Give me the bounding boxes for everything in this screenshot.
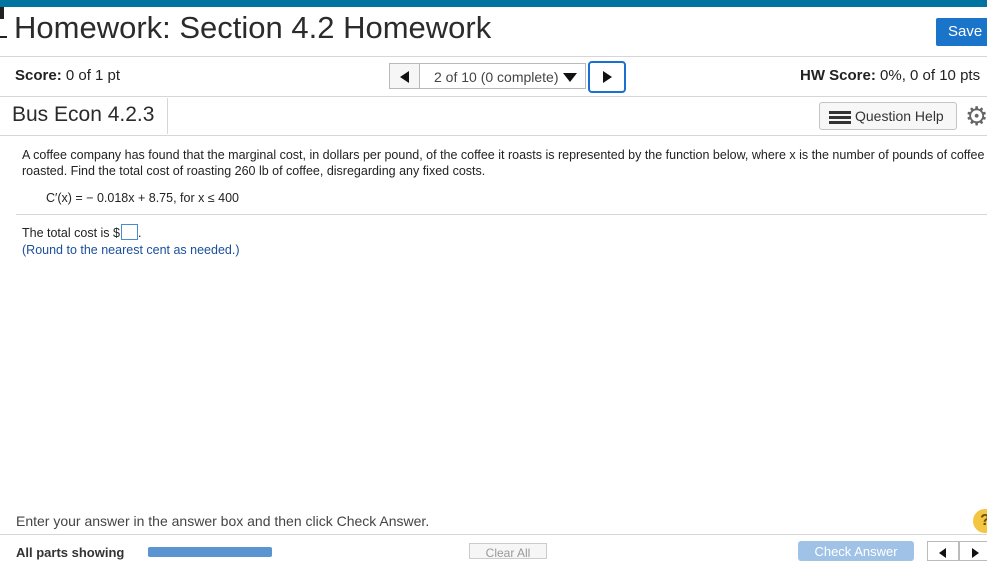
marginal-cost-formula: C′(x) = − 0.018x + 8.75, for x ≤ 400 xyxy=(46,191,239,205)
section-separator xyxy=(167,98,168,134)
hw-score-display: HW Score: 0%, 0 of 10 pts xyxy=(800,67,980,84)
divider xyxy=(16,214,987,215)
left-edge-bar xyxy=(0,7,4,19)
section-name: Bus Econ 4.2.3 xyxy=(12,103,155,126)
hw-score-label: HW Score: xyxy=(800,67,876,84)
top-accent-bar xyxy=(0,0,987,7)
help-icon[interactable]: ? xyxy=(973,509,987,533)
question-help-label: Question Help xyxy=(855,108,944,124)
triangle-left-icon xyxy=(400,71,409,83)
save-button[interactable]: Save xyxy=(936,18,987,46)
question-selector[interactable]: 2 of 10 (0 complete) xyxy=(420,63,586,89)
left-edge-dash xyxy=(0,36,7,38)
divider xyxy=(0,56,987,57)
all-parts-label: All parts showing xyxy=(16,545,125,560)
left-edge-marker xyxy=(0,7,7,48)
bottom-previous-button[interactable] xyxy=(927,541,959,561)
clear-all-button[interactable]: Clear All xyxy=(469,543,547,560)
triangle-right-icon xyxy=(603,71,612,83)
problem-statement: A coffee company has found that the marg… xyxy=(22,148,985,178)
score-display: Score: 0 of 1 pt xyxy=(15,67,120,84)
hw-score-value: 0%, 0 of 10 pts xyxy=(880,67,981,84)
caret-down-icon xyxy=(563,73,577,82)
page-title: Homework: Section 4.2 Homework xyxy=(14,10,492,45)
parts-progress-bar xyxy=(148,547,272,557)
check-answer-button[interactable]: Check Answer xyxy=(798,541,914,561)
bottom-next-button[interactable] xyxy=(959,541,987,561)
score-label: Score: xyxy=(15,67,62,84)
score-value: 0 of 1 pt xyxy=(65,67,121,84)
answer-input[interactable] xyxy=(120,224,138,240)
instruction-text: Enter your answer in the answer box and … xyxy=(16,513,430,529)
divider xyxy=(0,534,987,535)
triangle-right-icon xyxy=(972,548,979,558)
question-selector-label: 2 of 10 (0 complete) xyxy=(434,69,559,85)
divider xyxy=(0,135,987,136)
answer-line: The total cost is $. xyxy=(22,224,141,240)
answer-prefix: The total cost is $ xyxy=(22,226,120,240)
rounding-note: (Round to the nearest cent as needed.) xyxy=(22,243,240,257)
answer-suffix: . xyxy=(137,226,142,240)
triangle-left-icon xyxy=(939,548,946,558)
question-help-button[interactable]: Question Help xyxy=(819,102,957,130)
previous-question-button[interactable] xyxy=(389,63,420,89)
next-question-button[interactable] xyxy=(588,61,626,93)
list-icon xyxy=(829,111,851,124)
divider xyxy=(0,96,987,97)
gear-icon[interactable]: ⚙ xyxy=(965,101,987,131)
